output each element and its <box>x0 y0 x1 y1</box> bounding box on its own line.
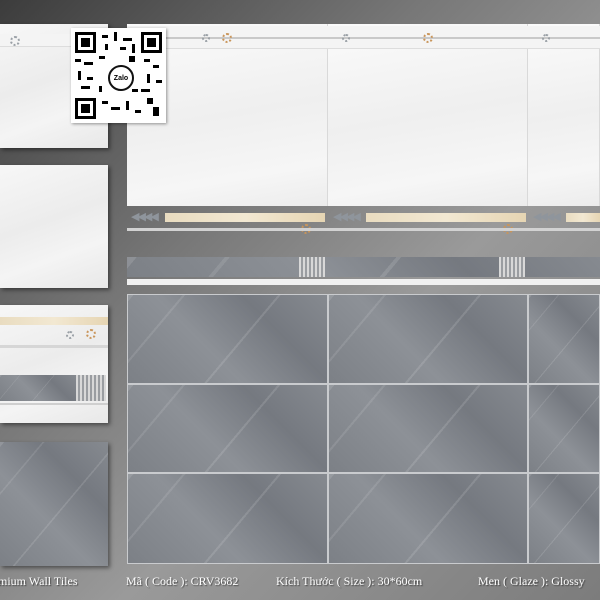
wall-tile-grey <box>528 473 600 564</box>
wall-tile-grey <box>528 384 600 473</box>
sample-tile-border <box>0 305 108 423</box>
gold-border-strip <box>165 213 325 222</box>
footer-glaze: Men ( Glaze ): Glossy <box>478 574 585 588</box>
chevron-icon: ◀◀◀◀ <box>533 210 561 223</box>
zalo-badge: Zalo <box>108 65 134 91</box>
sample-tile-white <box>0 165 108 288</box>
wall-tile-white <box>528 24 600 206</box>
chevron-icon: ◀◀◀◀ <box>333 210 361 223</box>
tile-wall: ◀◀◀◀ ◀◀◀◀ ◀◀◀◀ <box>127 24 600 564</box>
wall-tile-grey <box>328 473 528 564</box>
footer-code: Mã ( Code ): CRV3682 <box>126 574 239 588</box>
wall-tile-grey <box>127 473 328 564</box>
wall-tile-white <box>328 24 528 206</box>
footer-size: Kích Thước ( Size ): 30*60cm <box>276 574 423 588</box>
qr-code[interactable]: Zalo <box>71 28 166 123</box>
wall-tile-grey <box>528 294 600 384</box>
chevron-icon: ◀◀◀◀ <box>131 210 159 223</box>
footer-series: mium Wall Tiles <box>0 574 78 588</box>
sample-tile-grey <box>0 442 108 566</box>
grey-band <box>127 257 600 277</box>
wall-tile-grey <box>328 384 528 473</box>
wall-tile-grey <box>127 384 328 473</box>
wall-tile-grey <box>127 294 328 384</box>
wall-tile-grey <box>328 294 528 384</box>
